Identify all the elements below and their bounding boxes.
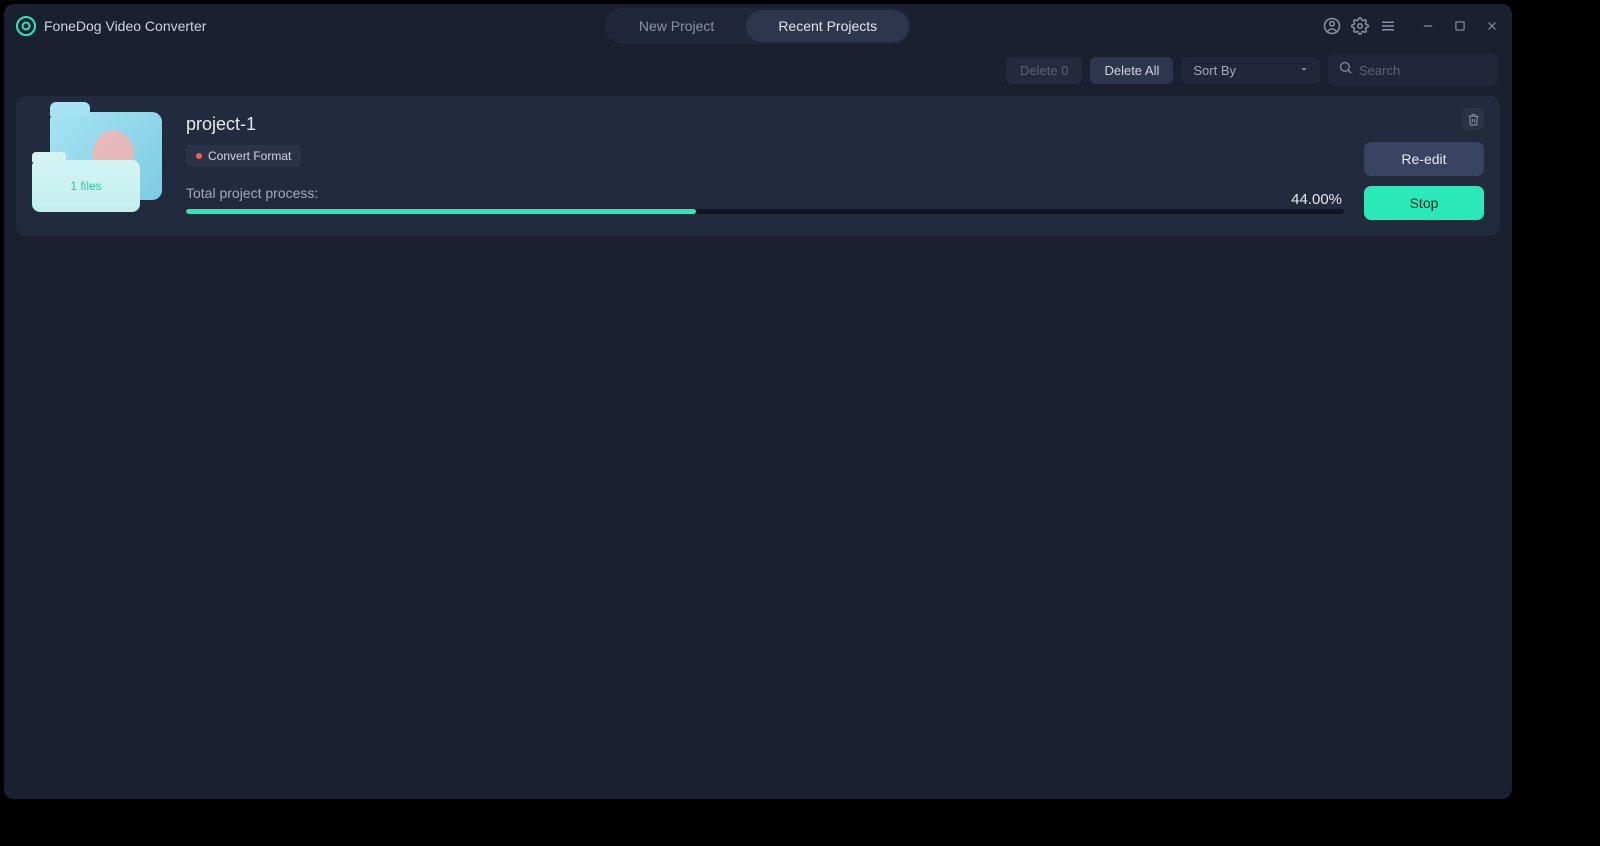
reedit-button[interactable]: Re-edit xyxy=(1364,142,1484,176)
progress-bar xyxy=(186,209,1344,214)
project-type-tag: Convert Format xyxy=(186,145,301,167)
app-title: FoneDog Video Converter xyxy=(44,18,206,34)
account-icon[interactable] xyxy=(1322,16,1342,36)
delete-selected-button: Delete 0 xyxy=(1006,57,1082,84)
toolbar: Delete 0 Delete All Sort By xyxy=(4,48,1512,92)
delete-project-button[interactable] xyxy=(1462,108,1484,130)
delete-all-button[interactable]: Delete All xyxy=(1090,57,1173,84)
settings-icon[interactable] xyxy=(1350,16,1370,36)
close-icon[interactable] xyxy=(1482,16,1502,36)
sort-by-label: Sort By xyxy=(1193,63,1236,78)
minimize-icon[interactable] xyxy=(1418,16,1438,36)
project-folder-icon: 1 files xyxy=(32,112,162,212)
progress-fill xyxy=(186,209,696,214)
tab-recent-projects[interactable]: Recent Projects xyxy=(746,10,909,42)
project-name: project-1 xyxy=(186,114,1484,135)
title-actions xyxy=(1322,16,1502,36)
search-icon xyxy=(1338,60,1353,80)
search-input[interactable] xyxy=(1359,63,1488,78)
app-window: FoneDog Video Converter New Project Rece… xyxy=(4,4,1512,799)
title-bar: FoneDog Video Converter New Project Rece… xyxy=(4,4,1512,48)
trash-icon xyxy=(1467,113,1480,126)
project-type-label: Convert Format xyxy=(208,149,291,163)
app-brand: FoneDog Video Converter xyxy=(4,16,206,36)
progress-label: Total project process: xyxy=(186,185,1484,201)
app-logo-icon xyxy=(16,16,36,36)
files-count-badge: 1 files xyxy=(32,160,140,212)
stop-button[interactable]: Stop xyxy=(1364,186,1484,220)
project-card: 1 files project-1 Convert Format Total p… xyxy=(16,96,1500,236)
maximize-icon[interactable] xyxy=(1450,16,1470,36)
window-controls xyxy=(1418,16,1502,36)
progress-percent: 44.00% xyxy=(1291,191,1342,208)
sort-by-dropdown[interactable]: Sort By xyxy=(1181,57,1320,84)
project-actions: Re-edit Stop xyxy=(1364,142,1484,220)
tab-new-project[interactable]: New Project xyxy=(607,10,746,42)
chevron-down-icon xyxy=(1298,63,1310,78)
menu-icon[interactable] xyxy=(1378,16,1398,36)
project-info: project-1 Convert Format Total project p… xyxy=(186,112,1484,214)
project-tabs: New Project Recent Projects xyxy=(605,8,911,44)
search-field[interactable] xyxy=(1328,54,1498,86)
tag-dot-icon xyxy=(196,153,202,159)
